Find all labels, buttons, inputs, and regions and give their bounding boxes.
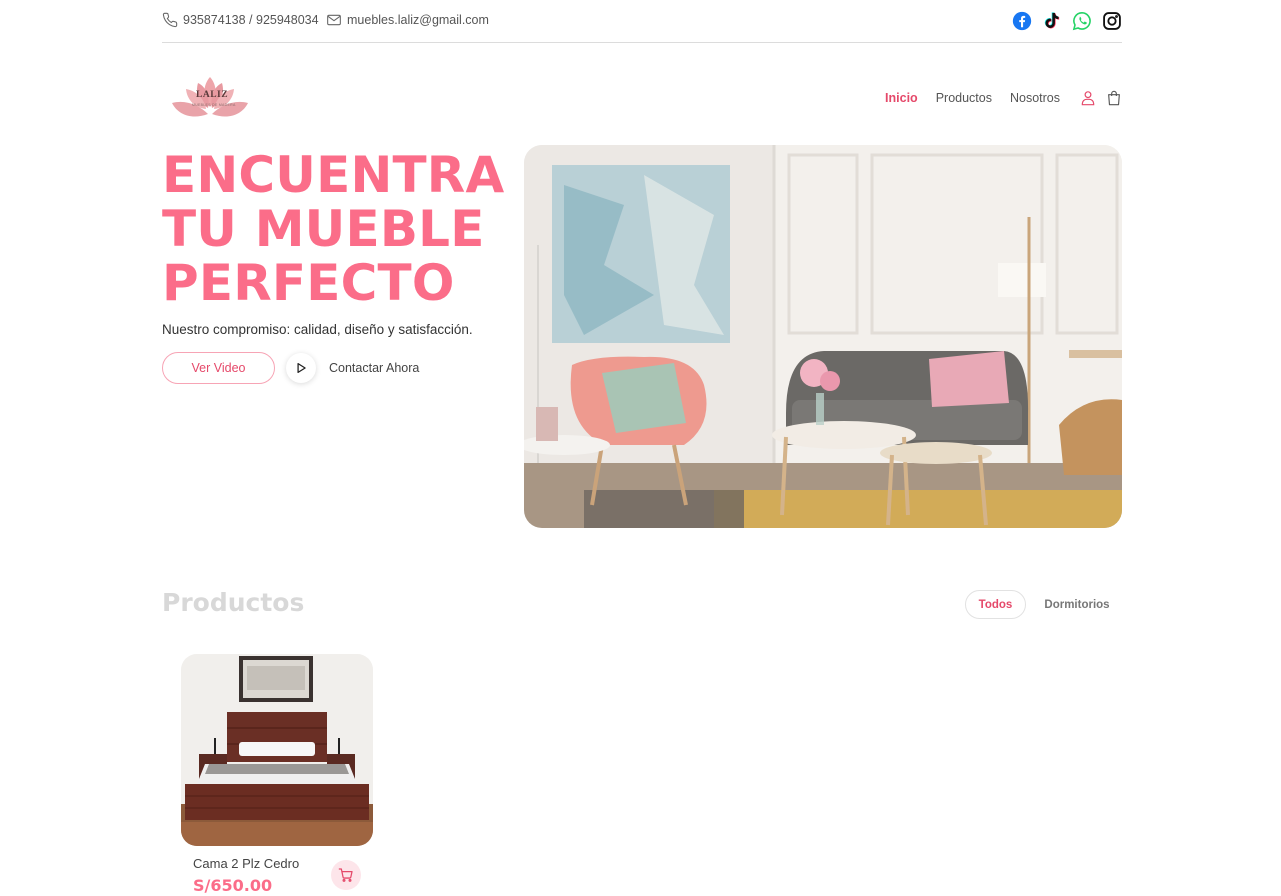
email-address: muebles.laliz@gmail.com [347,13,489,27]
social-links [1011,10,1122,31]
nav-item-productos[interactable]: Productos [936,91,992,105]
watch-video-button[interactable]: Ver Video [162,352,275,384]
hero-title-line: TU MUEBLE [162,200,485,258]
hero-title-line: ENCUENTRA [162,146,505,204]
product-card[interactable]: Cama 2 Plz Cedro S/650.00 [181,654,373,896]
play-icon [297,362,306,374]
phone-contact[interactable]: 935874138 / 925948034 [162,12,319,28]
top-bar: 935874138 / 925948034 muebles.laliz@gmai… [162,0,1122,43]
phone-number: 935874138 / 925948034 [183,13,319,27]
instagram-icon[interactable] [1101,10,1122,31]
hero-title: ENCUENTRA TU MUEBLE PERFECTO [162,148,522,310]
email-contact[interactable]: muebles.laliz@gmail.com [326,12,489,28]
tiktok-icon[interactable] [1041,10,1062,31]
cart-bag-button[interactable] [1106,89,1122,107]
shopping-bag-icon [1108,90,1120,106]
hero-subtitle: Nuestro compromiso: calidad, diseño y sa… [162,322,473,337]
facebook-icon[interactable] [1011,10,1032,31]
product-price: S/650.00 [193,876,273,895]
account-button[interactable] [1080,89,1096,107]
play-button[interactable] [286,353,316,383]
products-section-title: Productos [162,588,305,617]
brand-logo[interactable]: LALIZ MUEBLES DE MADERA [170,73,250,121]
brand-name: LALIZ [196,90,229,100]
nav-item-nosotros[interactable]: Nosotros [1010,91,1060,105]
add-to-cart-button[interactable] [331,860,361,890]
filter-dormitorios[interactable]: Dormitorios [1036,590,1118,619]
contact-now-link[interactable]: Contactar Ahora [329,361,419,375]
whatsapp-icon[interactable] [1071,10,1092,31]
hero-title-line: PERFECTO [162,254,455,312]
user-icon [1081,91,1095,106]
shopping-cart-icon [338,868,353,882]
hero-living-room-image [524,145,1122,528]
filter-todos[interactable]: Todos [965,590,1026,619]
product-image[interactable] [181,654,373,846]
nav-item-inicio[interactable]: Inicio [885,91,918,105]
mail-icon [327,14,341,26]
phone-icon [162,12,178,28]
product-name[interactable]: Cama 2 Plz Cedro [193,856,299,871]
brand-tagline: MUEBLES DE MADERA [192,103,236,107]
main-nav: Inicio Productos Nosotros [867,89,1122,107]
